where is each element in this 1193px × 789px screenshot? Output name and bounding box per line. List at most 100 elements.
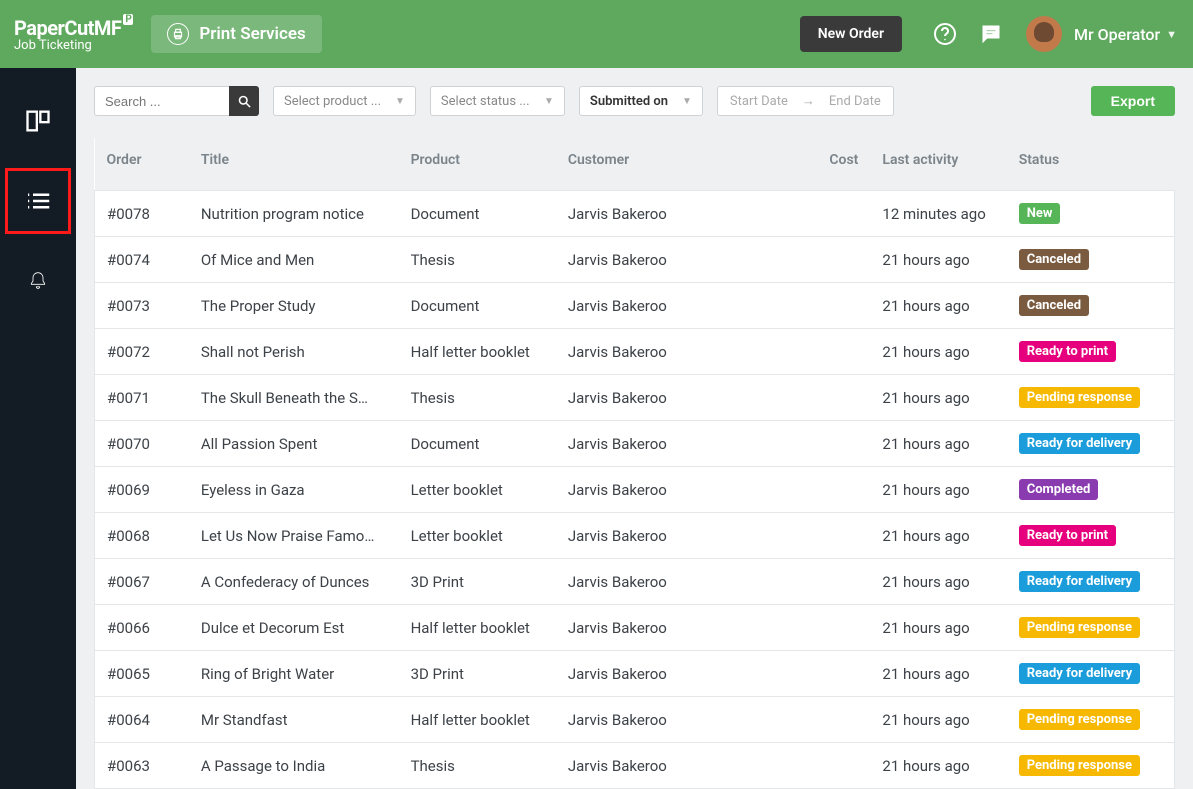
cell-customer: Jarvis Bakeroo: [556, 375, 797, 421]
column-title[interactable]: Title: [189, 138, 399, 191]
top-header: PaperCutMF P Job Ticketing Print Service…: [0, 0, 1193, 68]
cell-cost: [797, 743, 870, 789]
column-activity[interactable]: Last activity: [870, 138, 1006, 191]
status-badge: Ready to print: [1019, 341, 1116, 362]
cell-status: Completed: [1007, 467, 1175, 513]
cell-title: Shall not Perish: [189, 329, 399, 375]
table-row[interactable]: #0066Dulce et Decorum EstHalf letter boo…: [95, 605, 1175, 651]
date-type-dropdown[interactable]: Submitted on ▼: [579, 86, 703, 116]
cell-title: The Proper Study: [189, 283, 399, 329]
table-row[interactable]: #0067A Confederacy of Dunces3D PrintJarv…: [95, 559, 1175, 605]
cell-title: Dulce et Decorum Est: [189, 605, 399, 651]
logo-badge: P: [123, 14, 133, 25]
table-row[interactable]: #0068Let Us Now Praise Famo…Letter bookl…: [95, 513, 1175, 559]
status-filter-dropdown[interactable]: Select status ... ▼: [430, 86, 565, 116]
cell-customer: Jarvis Bakeroo: [556, 329, 797, 375]
cell-status: Pending response: [1007, 605, 1175, 651]
cell-order: #0069: [95, 467, 189, 513]
column-status[interactable]: Status: [1007, 138, 1175, 191]
new-order-button[interactable]: New Order: [800, 16, 902, 52]
start-date-placeholder: Start Date: [730, 94, 788, 109]
cell-product: 3D Print: [399, 559, 556, 605]
cell-title: A Passage to India: [189, 743, 399, 789]
column-cost[interactable]: Cost: [797, 138, 870, 191]
table-row[interactable]: #0063A Passage to IndiaThesisJarvis Bake…: [95, 743, 1175, 789]
cell-customer: Jarvis Bakeroo: [556, 421, 797, 467]
cell-activity: 12 minutes ago: [870, 191, 1006, 237]
search-button[interactable]: [229, 86, 259, 116]
cell-customer: Jarvis Bakeroo: [556, 191, 797, 237]
cell-product: Half letter booklet: [399, 605, 556, 651]
table-row[interactable]: #0071The Skull Beneath the S…ThesisJarvi…: [95, 375, 1175, 421]
app-logo: PaperCutMF P Job Ticketing: [14, 16, 133, 53]
help-icon[interactable]: [932, 21, 958, 47]
chat-icon[interactable]: [978, 21, 1004, 47]
logo-subtitle: Job Ticketing: [14, 38, 133, 53]
export-button[interactable]: Export: [1091, 86, 1175, 116]
cell-order: #0078: [95, 191, 189, 237]
cell-order: #0074: [95, 237, 189, 283]
search-input[interactable]: [94, 86, 229, 116]
cell-title: Eyeless in Gaza: [189, 467, 399, 513]
cell-title: Let Us Now Praise Famo…: [189, 513, 399, 559]
table-row[interactable]: #0073The Proper StudyDocumentJarvis Bake…: [95, 283, 1175, 329]
user-avatar[interactable]: [1026, 16, 1062, 52]
column-order[interactable]: Order: [95, 138, 189, 191]
cell-product: Half letter booklet: [399, 329, 556, 375]
date-range-picker[interactable]: Start Date → End Date: [717, 86, 894, 116]
cell-title: A Confederacy of Dunces: [189, 559, 399, 605]
print-services-label: Print Services: [199, 24, 305, 44]
cell-customer: Jarvis Bakeroo: [556, 743, 797, 789]
sidebar-item-notifications[interactable]: [7, 250, 69, 312]
cell-cost: [797, 697, 870, 743]
table-row[interactable]: #0064Mr StandfastHalf letter bookletJarv…: [95, 697, 1175, 743]
table-row[interactable]: #0078Nutrition program noticeDocumentJar…: [95, 191, 1175, 237]
cell-customer: Jarvis Bakeroo: [556, 237, 797, 283]
table-row[interactable]: #0072Shall not PerishHalf letter booklet…: [95, 329, 1175, 375]
column-product[interactable]: Product: [399, 138, 556, 191]
cell-activity: 21 hours ago: [870, 237, 1006, 283]
cell-activity: 21 hours ago: [870, 743, 1006, 789]
cell-status: Canceled: [1007, 237, 1175, 283]
cell-status: Ready for delivery: [1007, 651, 1175, 697]
product-filter-dropdown[interactable]: Select product ... ▼: [273, 86, 416, 116]
table-row[interactable]: #0074Of Mice and MenThesisJarvis Bakeroo…: [95, 237, 1175, 283]
status-badge: Ready to print: [1019, 525, 1116, 546]
cell-status: Ready for delivery: [1007, 421, 1175, 467]
user-menu-caret-icon[interactable]: ▼: [1166, 28, 1177, 41]
cell-title: Nutrition program notice: [189, 191, 399, 237]
cell-product: Document: [399, 191, 556, 237]
cell-customer: Jarvis Bakeroo: [556, 605, 797, 651]
chevron-down-icon: ▼: [682, 96, 692, 107]
chevron-down-icon: ▼: [395, 96, 405, 107]
cell-cost: [797, 467, 870, 513]
cell-activity: 21 hours ago: [870, 283, 1006, 329]
cell-activity: 21 hours ago: [870, 697, 1006, 743]
sidebar-item-list[interactable]: [7, 170, 69, 232]
date-type-label: Submitted on: [590, 94, 668, 109]
cell-product: Half letter booklet: [399, 697, 556, 743]
cell-cost: [797, 375, 870, 421]
table-row[interactable]: #0069Eyeless in GazaLetter bookletJarvis…: [95, 467, 1175, 513]
table-row[interactable]: #0065Ring of Bright Water3D PrintJarvis …: [95, 651, 1175, 697]
table-row[interactable]: #0070All Passion SpentDocumentJarvis Bak…: [95, 421, 1175, 467]
column-customer[interactable]: Customer: [556, 138, 797, 191]
cell-status: Pending response: [1007, 743, 1175, 789]
cell-activity: 21 hours ago: [870, 375, 1006, 421]
cell-product: Document: [399, 283, 556, 329]
cell-cost: [797, 513, 870, 559]
sidebar-item-board[interactable]: [7, 90, 69, 152]
cell-activity: 21 hours ago: [870, 329, 1006, 375]
cell-activity: 21 hours ago: [870, 513, 1006, 559]
end-date-placeholder: End Date: [829, 94, 881, 109]
cell-order: #0066: [95, 605, 189, 651]
cell-status: Ready to print: [1007, 329, 1175, 375]
cell-title: All Passion Spent: [189, 421, 399, 467]
cell-title: Mr Standfast: [189, 697, 399, 743]
product-filter-label: Select product ...: [284, 94, 381, 109]
cell-product: Thesis: [399, 743, 556, 789]
cell-cost: [797, 651, 870, 697]
print-services-button[interactable]: Print Services: [151, 15, 321, 53]
cell-status: Pending response: [1007, 375, 1175, 421]
cell-customer: Jarvis Bakeroo: [556, 697, 797, 743]
